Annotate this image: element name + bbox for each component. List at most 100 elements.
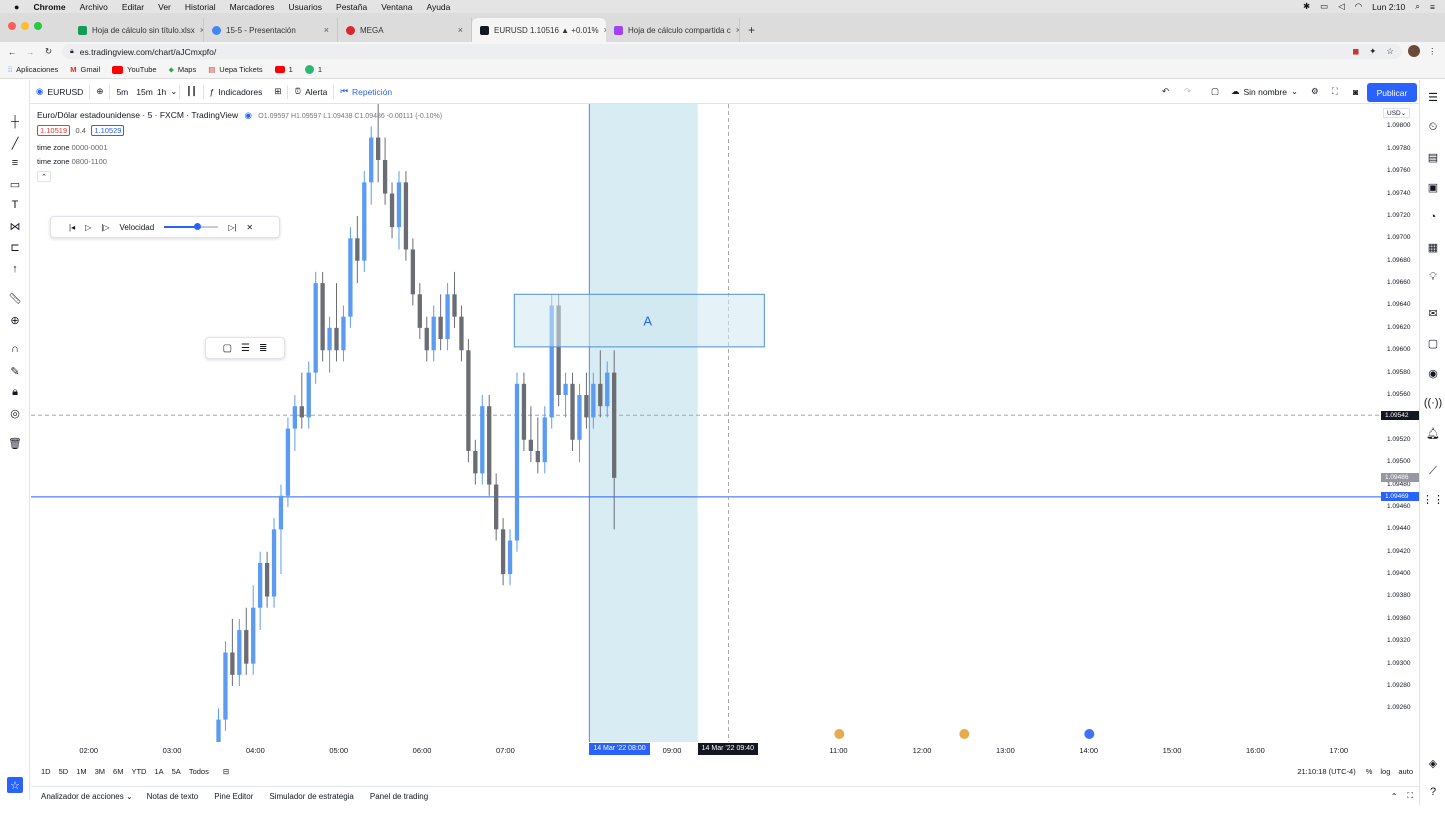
notification-icon[interactable]: 🔔︎ — [1426, 426, 1440, 440]
crosshair-icon[interactable]: ┼ — [8, 115, 22, 129]
bookmark-apps[interactable]: ⁞⁞ Aplicaciones — [8, 65, 58, 74]
price-axis[interactable]: 1.09800 1.09780 1.09760 1.09740 1.09720 1.097… — [1381, 104, 1419, 742]
stay-drawing-icon[interactable]: ✎ — [8, 364, 22, 378]
address-bar[interactable]: 🔒︎ es.tradingview.com/chart/aJCmxpfo/ ◼ … — [62, 44, 1402, 59]
menu-ayuda[interactable]: Ayuda — [426, 2, 450, 12]
rectangle-icon[interactable]: ▢ — [223, 343, 232, 354]
calendar-icon[interactable]: ▦ — [1426, 240, 1440, 254]
menu-chrome[interactable]: Chrome — [33, 2, 65, 12]
bookmark-youtube[interactable]: YouTube — [112, 65, 157, 74]
snapshot-button[interactable]: ◙ — [1347, 80, 1364, 104]
alerts-clock-icon[interactable]: ⏲︎ — [1426, 120, 1440, 134]
menu-historial[interactable]: Historial — [185, 2, 216, 12]
reload-icon[interactable]: ↻ — [45, 46, 52, 57]
tab-strategy-tester[interactable]: Simulador de estrategia — [269, 792, 354, 801]
lock-icon[interactable]: 🔒︎ — [8, 385, 22, 399]
favorites-icon[interactable]: ☆ — [7, 777, 23, 793]
compare-add-button[interactable]: ⊕ — [90, 80, 109, 104]
data-window-icon[interactable]: ▤ — [1426, 150, 1440, 164]
layers-icon[interactable]: ◈ — [1426, 756, 1440, 770]
chat-icon[interactable]: ✉︎ — [1426, 306, 1440, 320]
visibility-icon[interactable]: ◉ — [244, 110, 251, 120]
calendar-clock-icon[interactable]: ◔ — [1426, 210, 1440, 224]
range-5d[interactable]: 5D — [59, 767, 69, 776]
star-icon[interactable]: ☆ — [1386, 46, 1394, 57]
undo-button[interactable]: ↶ — [1156, 80, 1175, 104]
ideas-icon[interactable]: 💡︎ — [1426, 270, 1440, 284]
range-1m[interactable]: 1M — [76, 767, 86, 776]
minimize-window-button[interactable] — [21, 22, 29, 30]
help-icon[interactable]: ? — [1426, 785, 1440, 799]
pattern-icon[interactable]: ⋈ — [8, 219, 22, 233]
maximize-window-button[interactable] — [34, 22, 42, 30]
prediction-icon[interactable]: ⊏ — [8, 240, 22, 254]
clock-readout[interactable]: 21:10:18 (UTC-4) — [1297, 767, 1355, 776]
tab-presentation[interactable]: 15-5 - Presentación × — [204, 18, 338, 42]
select-bar-icon[interactable]: |◂ — [69, 223, 75, 232]
buy-price[interactable]: 1.10529 — [91, 125, 125, 136]
indicator-row-1[interactable]: time zone 0000-0001 — [37, 143, 108, 152]
wifi-icon[interactable]: ◠ — [1355, 1, 1362, 12]
ruler-icon[interactable]: 📏︎ — [8, 291, 22, 305]
zoom-in-icon[interactable]: ⊕ — [8, 313, 22, 327]
speed-slider-handle[interactable] — [193, 223, 201, 230]
extension-icon[interactable]: ◼ — [1352, 46, 1359, 57]
apple-icon[interactable]: ● — [14, 2, 19, 12]
close-icon[interactable]: × — [458, 25, 463, 35]
tab-pine-editor[interactable]: Pine Editor — [214, 792, 253, 801]
trendline-icon[interactable]: ╱ — [8, 136, 22, 150]
fill-lines-icon[interactable]: ☰ — [241, 343, 250, 354]
interval-15m[interactable]: 15m — [134, 80, 155, 104]
fullscreen-button[interactable]: ⛶ — [1326, 80, 1344, 104]
clock[interactable]: Lun 2:10 — [1372, 2, 1405, 12]
bookmark-1[interactable]: 1 — [274, 65, 293, 74]
forward-icon[interactable]: → — [26, 47, 35, 57]
fib-icon[interactable]: ≡ — [8, 156, 22, 170]
tab-mega[interactable]: MEGA × — [338, 18, 472, 42]
range-ytd[interactable]: YTD — [131, 767, 146, 776]
jump-to-realtime-icon[interactable]: ▷| — [228, 223, 236, 232]
tab-spreadsheet-2[interactable]: Hoja de cálculo compartida c× — [606, 18, 740, 42]
menu-archivo[interactable]: Archivo — [80, 2, 108, 12]
step-forward-icon[interactable]: |▷ — [101, 223, 109, 232]
close-icon[interactable]: × — [324, 25, 329, 35]
menu-ver[interactable]: Ver — [158, 2, 171, 12]
arrow-up-icon[interactable]: ↑ — [8, 262, 22, 276]
tab-text-notes[interactable]: Notas de texto — [147, 792, 199, 801]
symbol-search-button[interactable]: ◉ EURUSD — [30, 80, 89, 104]
puzzle-icon[interactable]: ✦ — [1369, 46, 1376, 57]
range-6m[interactable]: 6M — [113, 767, 123, 776]
dom-icon[interactable]: ⋮⋮ — [1422, 492, 1444, 506]
bookmark-gmail[interactable]: M Gmail — [70, 65, 100, 74]
maximize-panel-icon[interactable]: ⛶ — [1407, 791, 1413, 801]
messages-icon[interactable]: ▢ — [1426, 336, 1440, 350]
bluetooth-icon[interactable]: ✱ — [1303, 1, 1310, 12]
eye-icon[interactable]: ◎ — [8, 406, 22, 420]
interval-5m[interactable]: 5m — [110, 80, 134, 104]
avatar[interactable] — [1408, 45, 1420, 57]
indicators-button[interactable]: ƒ Indicadores — [204, 80, 269, 104]
volume-icon[interactable]: ◁ — [1338, 1, 1345, 12]
menu-editar[interactable]: Editar — [122, 2, 144, 12]
range-1a[interactable]: 1A — [154, 767, 163, 776]
publish-button[interactable]: Publicar — [1367, 83, 1417, 102]
time-axis[interactable]: 02:00 03:00 04:00 05:00 06:00 07:00 09:00 11:00… — [31, 742, 1419, 758]
range-5a[interactable]: 5A — [172, 767, 181, 776]
bookmark-uepa[interactable]: ▤ Uepa Tickets — [208, 65, 262, 74]
layout-name-button[interactable]: ☁︎ Sin nombre ⌄ — [1225, 80, 1304, 104]
auto-toggle[interactable]: auto — [1398, 767, 1413, 776]
redo-button[interactable]: ↷ — [1178, 80, 1197, 104]
hotlist-icon[interactable]: ▣ — [1426, 180, 1440, 194]
replay-button[interactable]: ⏮︎ Repetición — [334, 80, 398, 104]
watchlist-icon[interactable]: ☰ — [1426, 90, 1440, 104]
bookmark-maps[interactable]: ⬥ Maps — [169, 65, 197, 75]
indicator-row-2[interactable]: time zone 0800-1100 — [37, 157, 107, 166]
display-icon[interactable]: ▭ — [1320, 1, 1328, 12]
settings-button[interactable]: ⚙︎ — [1305, 80, 1325, 104]
tab-eurusd[interactable]: EURUSD 1.10516 ▲ +0.01% × — [472, 18, 606, 42]
collapse-legend-button[interactable]: ⌃ — [37, 171, 51, 182]
streams-icon[interactable]: ◉ — [1426, 366, 1440, 380]
new-tab-button[interactable]: + — [740, 18, 764, 42]
percent-toggle[interactable]: % — [1366, 767, 1373, 776]
tab-trading-panel[interactable]: Panel de trading — [370, 792, 428, 801]
